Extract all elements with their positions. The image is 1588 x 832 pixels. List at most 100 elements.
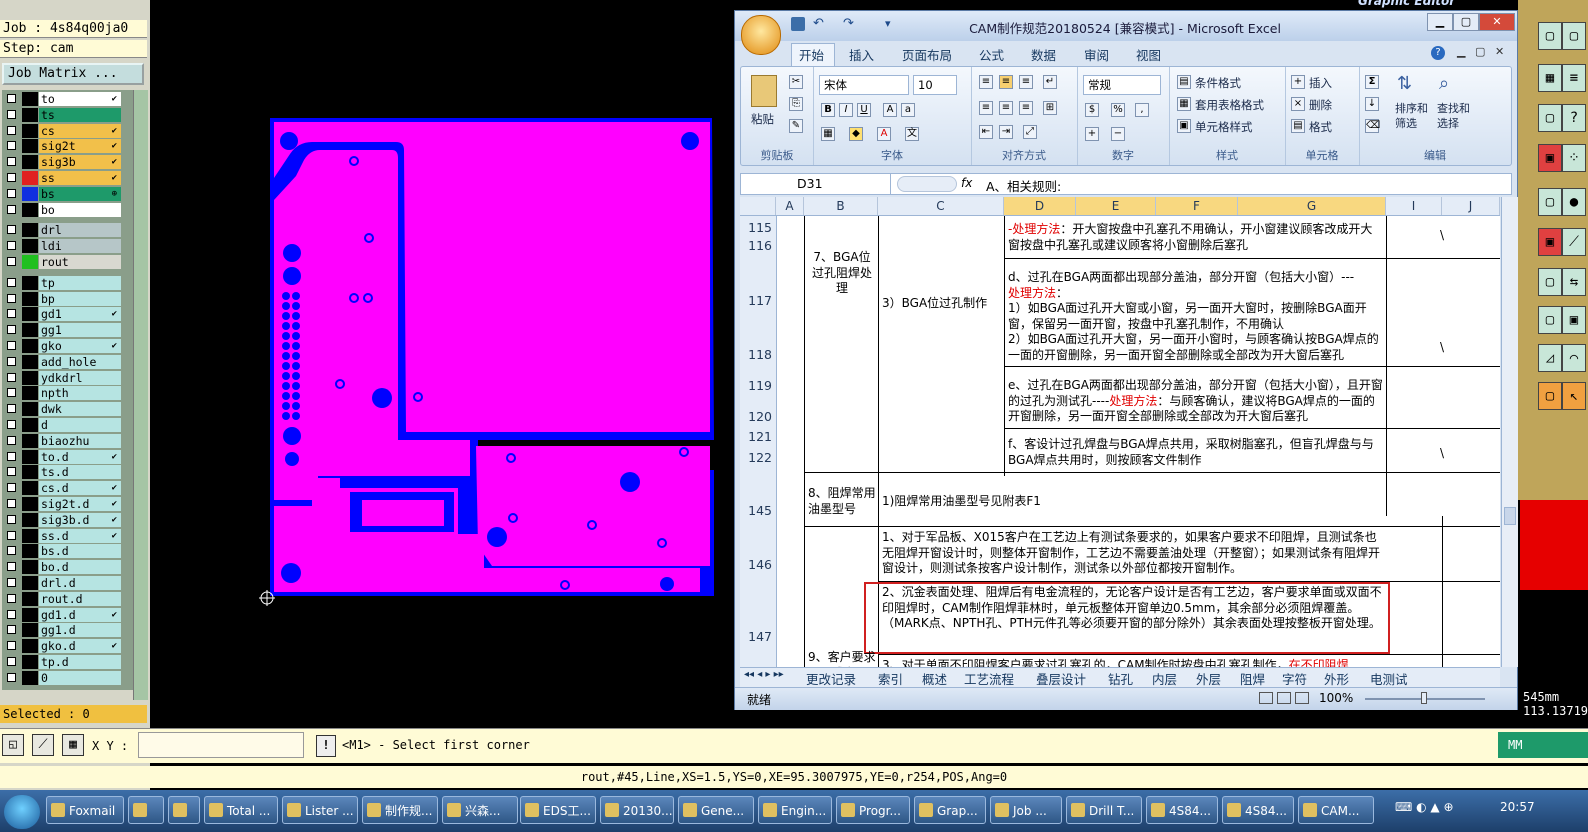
- col-header-b[interactable]: B: [804, 197, 878, 215]
- format-cells-button[interactable]: 格式: [1309, 119, 1332, 135]
- layer-row[interactable]: bs ⊕: [4, 186, 121, 201]
- layer-checkbox[interactable]: [7, 562, 16, 572]
- layer-color-swatch[interactable]: [22, 171, 38, 185]
- tool-icon-11[interactable]: ⇆: [1562, 268, 1586, 296]
- scroll-thumb[interactable]: [1504, 507, 1516, 525]
- units-select[interactable]: MM: [1498, 732, 1588, 758]
- layer-name[interactable]: ss: [39, 171, 121, 185]
- select-icon[interactable]: ↖: [1562, 382, 1586, 410]
- layer-checkbox[interactable]: [7, 309, 16, 319]
- number-format-select[interactable]: 常规: [1083, 75, 1161, 95]
- layer-name[interactable]: tp: [39, 275, 121, 290]
- tab-nav-arrows-icon[interactable]: ◂◂ ◂ ▸ ▸▸: [744, 669, 784, 680]
- layer-checkbox[interactable]: [7, 641, 16, 651]
- layer-row[interactable]: gko.d ✔: [4, 639, 121, 654]
- layer-row[interactable]: bo: [4, 202, 121, 217]
- grow-font-icon[interactable]: A: [883, 103, 897, 117]
- layer-name[interactable]: bo.d: [39, 560, 121, 575]
- layer-row[interactable]: bo.d: [4, 560, 121, 575]
- job-matrix-button[interactable]: Job Matrix ...: [2, 63, 144, 85]
- layer-name[interactable]: sig2t.d: [39, 497, 121, 511]
- taskbar-item[interactable]: CAM...: [1298, 796, 1374, 824]
- layer-checkbox[interactable]: [7, 241, 16, 251]
- format-table-button[interactable]: 套用表格格式: [1195, 97, 1264, 113]
- align-bottom-icon[interactable]: ≡: [1019, 75, 1033, 89]
- phonetic-icon[interactable]: 文: [905, 127, 919, 141]
- row-number[interactable]: 116: [740, 238, 776, 253]
- cell-c-bga[interactable]: 3）BGA位过孔制作: [882, 296, 1002, 312]
- tool-icon-5[interactable]: ▢: [1538, 104, 1562, 132]
- layer-name[interactable]: drl.d: [39, 576, 121, 590]
- tool-icon-6[interactable]: ▣: [1538, 144, 1562, 172]
- layer-color-swatch[interactable]: [22, 202, 38, 217]
- tab-formulas[interactable]: 公式: [979, 45, 1004, 64]
- cell-b-145[interactable]: 8、阻焊常用油墨型号: [808, 486, 876, 517]
- align-right-icon[interactable]: ≡: [1019, 101, 1033, 115]
- cell-d-121[interactable]: f、客设计过孔焊盘与BGA焊点共用，采取树脂塞孔，但盲孔焊盘与与BGA焊点共用时…: [1008, 437, 1384, 468]
- tool-icon-1[interactable]: ▢: [1538, 22, 1562, 50]
- cut-icon[interactable]: ✂: [789, 75, 803, 89]
- cell-d-115[interactable]: -处理方法：开大窗按盘中孔塞孔不用确认，开小窗建议顾客改成开大窗按盘中孔塞孔或建…: [1008, 222, 1384, 253]
- layer-name[interactable]: tp.d: [39, 655, 121, 669]
- layer-name[interactable]: sig3b.d: [39, 512, 121, 527]
- taskbar-item[interactable]: 4S84...: [1146, 796, 1218, 824]
- layer-row[interactable]: to.d ✔: [4, 449, 121, 464]
- layer-name[interactable]: drl: [39, 223, 121, 238]
- layer-name[interactable]: gg1.d: [39, 623, 121, 638]
- row-number[interactable]: 118: [740, 347, 776, 362]
- layer-name[interactable]: to.d: [39, 449, 121, 464]
- sort-filter-button[interactable]: 排序和筛选: [1395, 101, 1431, 131]
- layer-row[interactable]: gd1 ✔: [4, 307, 121, 322]
- paste-icon[interactable]: [751, 75, 777, 107]
- layer-name[interactable]: ts.d: [39, 465, 121, 480]
- start-button[interactable]: [4, 795, 40, 829]
- layer-row[interactable]: gg1.d: [4, 623, 121, 638]
- layer-row[interactable]: tp: [4, 275, 121, 290]
- delete-cells-button[interactable]: 删除: [1309, 97, 1332, 113]
- layer-row[interactable]: npth: [4, 386, 121, 401]
- layer-color-swatch[interactable]: [22, 607, 38, 622]
- ribbon-minimize-icon[interactable]: ▁: [1457, 45, 1465, 58]
- format-painter-icon[interactable]: ✎: [789, 119, 803, 133]
- taskbar-item[interactable]: 兴森...: [442, 796, 518, 824]
- layer-color-swatch[interactable]: [22, 255, 38, 269]
- taskbar-item[interactable]: Grap...: [914, 796, 986, 824]
- layer-row[interactable]: add_hole: [4, 354, 121, 369]
- minimize-button[interactable]: ▁: [1427, 13, 1453, 31]
- cell-styles-button[interactable]: 单元格样式: [1195, 119, 1253, 135]
- tab-data[interactable]: 数据: [1031, 45, 1056, 64]
- insert-cells-button[interactable]: 插入: [1309, 75, 1332, 91]
- taskbar-item[interactable]: Total ...: [204, 796, 278, 824]
- row-number[interactable]: 115: [740, 220, 776, 235]
- layer-checkbox[interactable]: [7, 593, 16, 603]
- layer-color-swatch[interactable]: [22, 402, 38, 417]
- col-header-d[interactable]: D: [1004, 197, 1076, 215]
- sheet-tab[interactable]: 工艺流程: [964, 669, 1014, 688]
- layer-color-swatch[interactable]: [22, 92, 38, 106]
- currency-icon[interactable]: $: [1085, 103, 1099, 117]
- layer-name[interactable]: gko.d: [39, 639, 121, 654]
- copy-icon[interactable]: ⎘: [789, 97, 803, 111]
- tool-icon-15[interactable]: ▢: [1538, 382, 1562, 410]
- layer-name[interactable]: gd1.d: [39, 607, 121, 622]
- merge-icon[interactable]: ⊞: [1043, 101, 1057, 115]
- layer-row[interactable]: 0: [4, 670, 121, 685]
- taskbar-item[interactable]: Progr...: [836, 796, 910, 824]
- layer-color-swatch[interactable]: [22, 107, 38, 122]
- ribbon-close-icon[interactable]: ✕: [1495, 45, 1504, 58]
- sort-filter-icon[interactable]: ⇅: [1397, 73, 1423, 99]
- layer-checkbox[interactable]: [7, 277, 16, 287]
- font-name-select[interactable]: 宋体: [819, 75, 909, 95]
- row-number[interactable]: 122: [740, 450, 776, 465]
- quick-access-dropdown-icon[interactable]: ▾: [885, 17, 891, 30]
- layer-checkbox[interactable]: [7, 404, 16, 414]
- function-icon[interactable]: fx: [961, 176, 972, 190]
- taskbar-item[interactable]: 4S84...: [1222, 796, 1294, 824]
- taskbar-item[interactable]: Lister ...: [282, 796, 358, 824]
- formula-bar-control[interactable]: [897, 176, 957, 192]
- col-header-i[interactable]: I: [1386, 197, 1442, 215]
- tool-icon-7[interactable]: ⁘: [1562, 144, 1586, 172]
- vertical-scrollbar[interactable]: [1501, 197, 1518, 667]
- layer-row[interactable]: sig2t ✔: [4, 139, 121, 154]
- layer-row[interactable]: bs.d: [4, 544, 121, 559]
